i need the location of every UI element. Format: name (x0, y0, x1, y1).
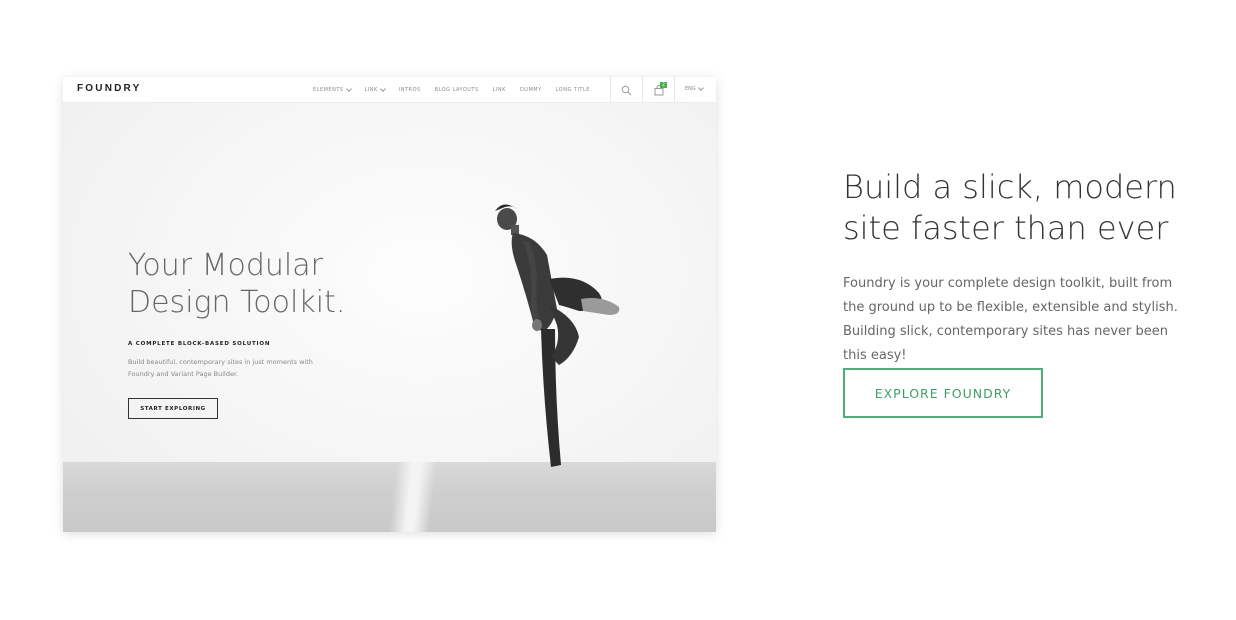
mockup-hero-eyebrow: A COMPLETE BLOCK-BASED SOLUTION (128, 341, 271, 347)
mockup-hero: Your Modular Design Toolkit. A COMPLETE … (63, 102, 716, 532)
mockup-logo: FOUNDRY (77, 83, 142, 94)
nav-divider (610, 77, 611, 102)
website-preview-mockup: FOUNDRY ELEMENTS LINK INTROS BLOG LAYOUT… (63, 77, 716, 532)
search-icon (621, 83, 632, 101)
mockup-navbar: FOUNDRY ELEMENTS LINK INTROS BLOG LAYOUT… (63, 77, 716, 103)
stretching-man-illustration (495, 204, 620, 467)
mockup-menu-item-elements: ELEMENTS (313, 85, 352, 93)
mockup-menu-item-link: LINK (364, 85, 386, 93)
mockup-menu-label: INTROS (398, 86, 421, 93)
chevron-down-icon (697, 85, 704, 91)
mockup-menu-item-long-title: LONG TITLE (556, 87, 590, 93)
mockup-menu-label: ELEMENTS (313, 86, 344, 93)
mockup-start-exploring-button: START EXPLORING (128, 398, 218, 419)
nav-divider (642, 77, 643, 102)
mockup-menu-item-link-2: LINK (493, 87, 506, 93)
mockup-menu: ELEMENTS LINK INTROS BLOG LAYOUTS LINK D… (313, 77, 590, 102)
mockup-hero-body: Build beautiful, contemporary sites in j… (128, 358, 313, 378)
mockup-menu-item-blog-layouts: BLOG LAYOUTS (435, 87, 479, 93)
nav-divider (674, 77, 675, 102)
mockup-language-selector: ENG (685, 85, 704, 92)
explore-foundry-button[interactable]: EXPLORE FOUNDRY (843, 368, 1043, 418)
chevron-down-icon (345, 85, 352, 92)
language-label: ENG (685, 86, 696, 92)
section-headline: Build a slick, modern site faster than e… (843, 168, 1177, 247)
mockup-menu-item-intros: INTROS (399, 87, 421, 93)
section-description: Foundry is your complete design toolkit,… (843, 276, 1178, 363)
mockup-menu-label: LONG TITLE (555, 86, 590, 93)
mockup-menu-item-dummy: DUMMY (520, 87, 542, 93)
hero-road-stripe (389, 462, 437, 532)
mockup-menu-label: BLOG LAYOUTS (434, 86, 479, 93)
chevron-down-icon (379, 85, 386, 92)
mockup-menu-label: LINK (492, 86, 506, 93)
mockup-menu-label: LINK (364, 86, 378, 93)
mockup-menu-label: DUMMY (519, 86, 542, 93)
mockup-hero-heading: Your Modular Design Toolkit. (128, 248, 346, 320)
cart-count-badge: 2 (660, 82, 667, 88)
